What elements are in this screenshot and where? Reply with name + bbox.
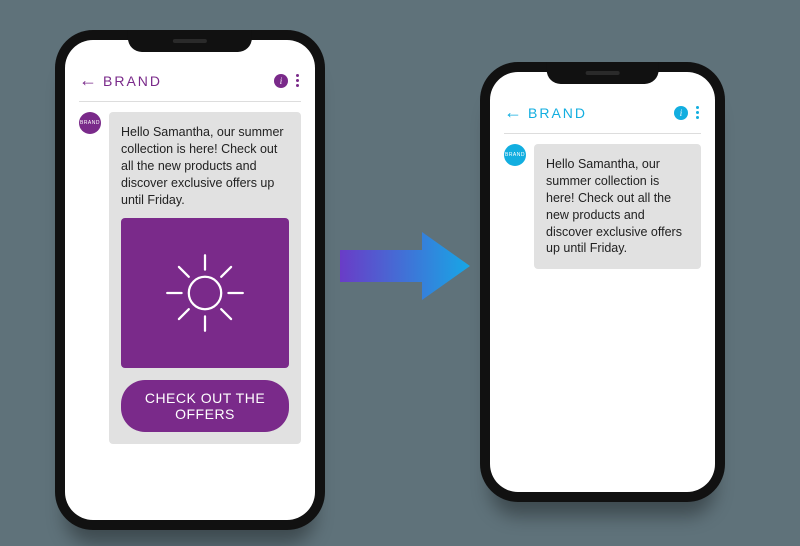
message-bubble: Hello Samantha, our summer collection is… bbox=[534, 144, 701, 269]
sun-icon bbox=[160, 248, 250, 338]
chat-header: ← BRAND i bbox=[79, 60, 301, 95]
info-icon[interactable]: i bbox=[274, 74, 288, 88]
message-text: Hello Samantha, our summer collection is… bbox=[546, 156, 689, 257]
brand-avatar: BRAND bbox=[504, 144, 526, 166]
back-arrow-icon[interactable]: ← bbox=[504, 102, 522, 123]
device-notch bbox=[128, 30, 252, 52]
more-icon[interactable] bbox=[294, 74, 301, 87]
promo-image bbox=[121, 218, 289, 368]
phone-right: ← BRAND i BRAND Hello Samantha, our summ… bbox=[480, 62, 725, 502]
info-icon[interactable]: i bbox=[674, 106, 688, 120]
chat-title: BRAND bbox=[528, 105, 668, 121]
phone-left: ← BRAND i BRAND Hello Samantha, our summ… bbox=[55, 30, 325, 530]
message-text: Hello Samantha, our summer collection is… bbox=[121, 124, 289, 208]
arrow-right-icon bbox=[340, 230, 470, 302]
brand-avatar: BRAND bbox=[79, 112, 101, 134]
device-notch bbox=[546, 62, 659, 84]
header-divider bbox=[504, 133, 701, 134]
back-arrow-icon[interactable]: ← bbox=[79, 70, 97, 91]
message-row: BRAND Hello Samantha, our summer collect… bbox=[79, 112, 301, 444]
header-divider bbox=[79, 101, 301, 102]
message-bubble: Hello Samantha, our summer collection is… bbox=[109, 112, 301, 444]
screen-right: ← BRAND i BRAND Hello Samantha, our summ… bbox=[490, 72, 715, 492]
more-icon[interactable] bbox=[694, 106, 701, 119]
chat-header: ← BRAND i bbox=[504, 92, 701, 127]
chat-title: BRAND bbox=[103, 73, 268, 89]
cta-button[interactable]: CHECK OUT THE OFFERS bbox=[121, 380, 289, 432]
message-row: BRAND Hello Samantha, our summer collect… bbox=[504, 144, 701, 269]
screen-left: ← BRAND i BRAND Hello Samantha, our summ… bbox=[65, 40, 315, 520]
